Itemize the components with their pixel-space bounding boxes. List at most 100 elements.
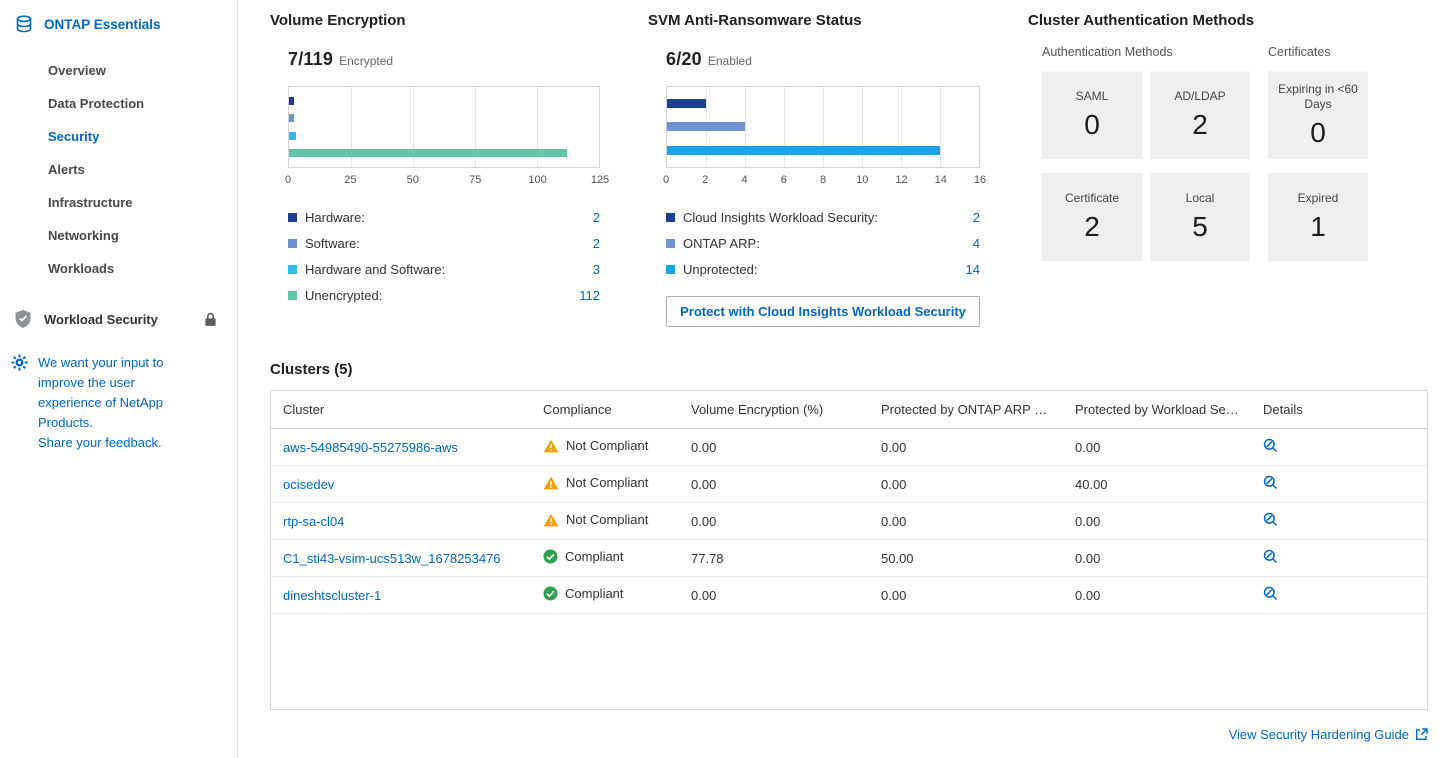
svm-arp-headline: 6/20 Enabled [666,49,980,70]
brand-label: ONTAP Essentials [44,17,161,32]
legend-value-link[interactable]: 112 [579,288,600,303]
footer: View Security Hardening Guide [270,727,1428,752]
compliant-icon [543,586,558,601]
legend-chip [288,265,297,274]
volume-encryption-value: 0.00 [679,577,869,614]
svm-arp-chart [666,86,980,168]
sidebar-item-networking[interactable]: Networking [0,219,237,252]
volume-encryption-chart [288,86,600,168]
tile-label: Local [1186,191,1215,206]
sidebar-nav: Overview Data Protection Security Alerts… [0,54,237,285]
legend-label: Unprotected: [683,262,757,277]
legend-value-link[interactable]: 2 [973,210,980,225]
legend-value-link[interactable]: 2 [593,210,600,225]
protect-with-workload-security-button[interactable]: Protect with Cloud Insights Workload Sec… [666,296,980,327]
ontap-essentials-icon [14,14,34,34]
x-tick: 10 [856,174,868,186]
volume-encryption-x-axis: 0 25 50 75 100 125 [288,172,600,190]
sidebar-brand[interactable]: ONTAP Essentials [0,10,237,38]
enabled-count-label: Enabled [708,54,752,68]
svm-arp-legend: Cloud Insights Workload Security: 2 ONTA… [666,204,980,282]
legend-value-link[interactable]: 14 [966,262,980,277]
details-zoom-icon[interactable] [1263,586,1278,601]
clusters-section: Clusters (5) Cluster Compliance Volume E… [270,361,1428,710]
column-header-cluster: Cluster [271,391,531,429]
certificates-group: Certificates Expiring in <60 Days 0 Expi… [1268,45,1368,261]
bar-ontap-arp [667,122,745,131]
feedback-text: We want your input to improve the user e… [38,355,164,430]
ontap-arp-value: 0.00 [869,466,1063,503]
tile-value: 0 [1310,117,1326,149]
legend-chip [666,213,675,222]
legend-label: Hardware and Software: [305,262,445,277]
table-row: ocisedev Not Compliant 0.00 0.00 40.00 [271,466,1427,503]
details-zoom-icon[interactable] [1263,549,1278,564]
sidebar-item-workloads[interactable]: Workloads [0,252,237,285]
legend-value-link[interactable]: 4 [973,236,980,251]
x-tick: 14 [935,174,947,186]
tile-value: 1 [1310,211,1326,243]
details-zoom-icon[interactable] [1263,438,1278,453]
warning-icon [543,513,559,527]
compliance-label: Not Compliant [566,438,648,453]
workload-security-value: 0.00 [1063,540,1251,577]
x-tick: 75 [469,174,481,186]
table-row: C1_sti43-vsim-ucs513w_1678253476 Complia… [271,540,1427,577]
legend-item-unencrypted: Unencrypted: 112 [288,282,600,308]
cluster-link[interactable]: C1_sti43-vsim-ucs513w_1678253476 [283,551,501,566]
sidebar-item-infrastructure[interactable]: Infrastructure [0,186,237,219]
legend-item-hardware: Hardware: 2 [288,204,600,230]
details-zoom-icon[interactable] [1263,512,1278,527]
cluster-link[interactable]: rtp-sa-cl04 [283,514,344,529]
encrypted-count: 7/119 [288,49,333,70]
x-tick: 50 [407,174,419,186]
encrypted-count-label: Encrypted [339,54,393,68]
sidebar-item-workload-security[interactable]: Workload Security [0,297,237,341]
tile-ad-ldap: AD/LDAP 2 [1150,71,1250,159]
table-header-row: Cluster Compliance Volume Encryption (%)… [271,391,1427,429]
external-link-icon [1415,728,1428,741]
legend-label: ONTAP ARP: [683,236,760,251]
bar-hardware [289,97,294,105]
tile-value: 2 [1192,109,1208,141]
sidebar-item-overview[interactable]: Overview [0,54,237,87]
volume-encryption-headline: 7/119 Encrypted [288,49,600,70]
x-tick: 0 [663,174,669,186]
authentication-methods-label: Authentication Methods [1042,45,1250,59]
legend-chip [666,265,675,274]
compliance-label: Compliant [565,586,624,601]
x-tick: 6 [781,174,787,186]
lock-icon [204,312,217,327]
x-tick: 100 [528,174,546,186]
x-tick: 8 [820,174,826,186]
legend-value-link[interactable]: 3 [593,262,600,277]
legend-value-link[interactable]: 2 [593,236,600,251]
sidebar-item-data-protection[interactable]: Data Protection [0,87,237,120]
details-zoom-icon[interactable] [1263,475,1278,490]
volume-encryption-title: Volume Encryption [270,12,600,29]
legend-item-hardware-and-software: Hardware and Software: 3 [288,256,600,282]
cluster-authentication-panel: Cluster Authentication Methods Authentic… [1028,12,1428,261]
share-feedback-link[interactable]: Share your feedback. [38,433,178,453]
cluster-link[interactable]: dineshtscluster-1 [283,588,381,603]
security-hardening-guide-link[interactable]: View Security Hardening Guide [1229,727,1428,742]
ontap-arp-value: 0.00 [869,503,1063,540]
cluster-link[interactable]: aws-54985490-55275986-aws [283,440,458,455]
ontap-arp-value: 0.00 [869,577,1063,614]
x-tick: 2 [702,174,708,186]
volume-encryption-value: 0.00 [679,503,869,540]
x-tick: 12 [895,174,907,186]
tile-value: 0 [1084,109,1100,141]
ontap-arp-value: 50.00 [869,540,1063,577]
volume-encryption-value: 0.00 [679,429,869,466]
bar-unprotected [667,146,940,155]
sidebar-item-alerts[interactable]: Alerts [0,153,237,186]
sidebar-item-security[interactable]: Security [0,120,237,153]
tile-value: 2 [1084,211,1100,243]
x-tick: 16 [974,174,986,186]
workload-security-value: 40.00 [1063,466,1251,503]
column-header-volume-encryption: Volume Encryption (%) [679,391,869,429]
authentication-methods-group: Authentication Methods SAML 0 AD/LDAP 2 [1042,45,1250,261]
cluster-link[interactable]: ocisedev [283,477,334,492]
column-header-ontap-arp: Protected by ONTAP ARP (%) [869,391,1063,429]
